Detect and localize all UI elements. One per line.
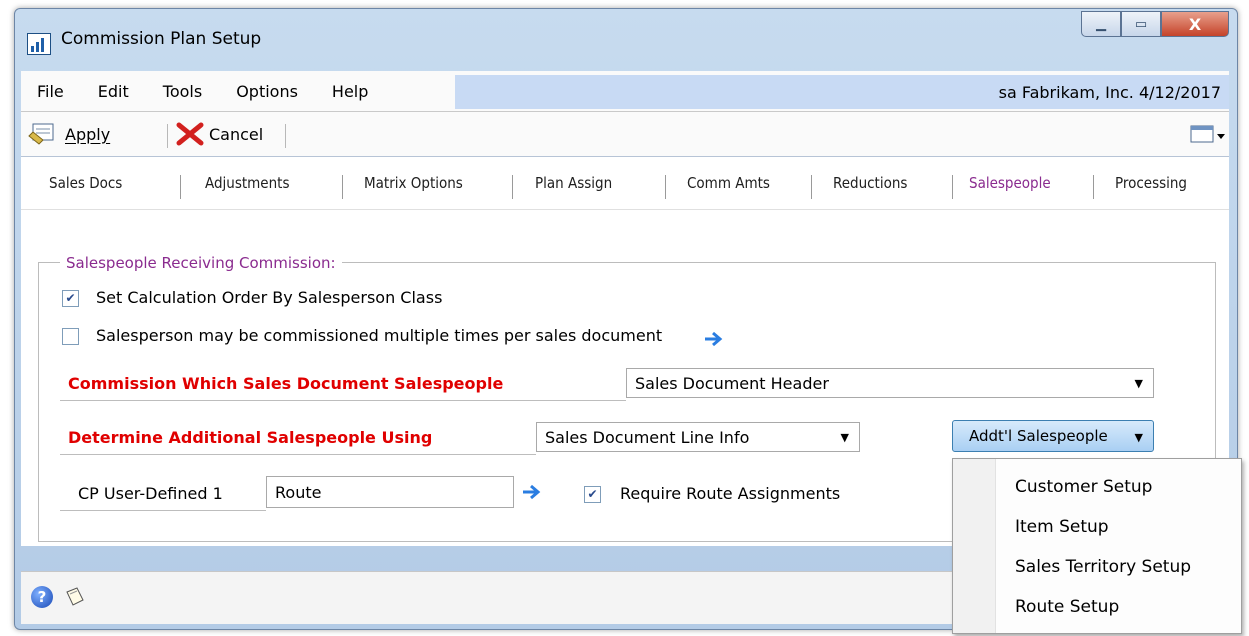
calc-order-label: Set Calculation Order By Salesperson Cla… <box>96 288 443 307</box>
lookup-arrow-icon[interactable] <box>522 484 542 500</box>
apply-button[interactable]: Apply <box>27 120 110 148</box>
cancel-button[interactable]: Cancel <box>175 120 263 148</box>
note-icon[interactable] <box>63 586 85 608</box>
company-name: Fabrikam, Inc. <box>1021 82 1134 102</box>
determine-additional-value: Sales Document Line Info <box>545 428 750 447</box>
addl-salespeople-label: Addt'l Salespeople <box>969 427 1108 445</box>
multiple-times-checkbox[interactable] <box>62 328 79 345</box>
close-icon: X <box>1188 14 1202 34</box>
toolbar-separator <box>285 124 286 148</box>
tab-strip: Sales Docs Adjustments Matrix Options Pl… <box>21 157 1229 210</box>
tab-plan-assign[interactable]: Plan Assign <box>535 157 612 209</box>
cancel-x-icon <box>176 122 204 146</box>
user-defined-value: Route <box>275 483 322 502</box>
menu-edit[interactable]: Edit <box>98 82 147 101</box>
field-underline <box>60 510 266 511</box>
user-defined-input[interactable]: Route <box>266 476 514 508</box>
menu-tools[interactable]: Tools <box>163 82 220 101</box>
commission-which-value: Sales Document Header <box>635 374 829 393</box>
tab-comm-amts[interactable]: Comm Amts <box>687 157 770 209</box>
field-underline <box>60 454 536 455</box>
chevron-down-icon: ▼ <box>1134 431 1143 444</box>
menu-item-item-setup[interactable]: Item Setup <box>1015 517 1109 537</box>
apply-label: Apply <box>65 124 111 144</box>
minimize-button[interactable]: ▁ <box>1081 11 1121 37</box>
determine-additional-label: Determine Additional Salespeople Using <box>68 428 433 447</box>
chevron-down-icon: ▼ <box>1134 377 1143 390</box>
chevron-down-icon: ▼ <box>840 431 849 444</box>
tab-reductions[interactable]: Reductions <box>833 157 907 209</box>
user-id: sa <box>998 82 1017 102</box>
commission-which-select[interactable]: Sales Document Header ▼ <box>626 368 1154 398</box>
menu-file[interactable]: File <box>37 82 82 101</box>
addl-salespeople-button[interactable]: Addt'l Salespeople ▼ <box>952 420 1154 452</box>
expand-arrow-icon[interactable] <box>704 331 724 347</box>
user-defined-label: CP User-Defined 1 <box>78 484 223 503</box>
app-chart-icon <box>27 33 51 55</box>
session-info: sa Fabrikam, Inc. 4/12/2017 <box>455 75 1229 109</box>
menu-help[interactable]: Help <box>332 82 386 101</box>
tab-matrix-options[interactable]: Matrix Options <box>364 157 463 209</box>
tab-sales-docs[interactable]: Sales Docs <box>49 157 122 209</box>
menu-item-customer-setup[interactable]: Customer Setup <box>1015 477 1152 497</box>
menu-options[interactable]: Options <box>236 82 316 101</box>
field-underline <box>60 400 626 401</box>
user-date: 4/12/2017 <box>1138 82 1221 102</box>
toolbar-separator <box>167 124 168 148</box>
multiple-times-label: Salesperson may be commissioned multiple… <box>96 326 663 345</box>
addl-salespeople-menu: Customer Setup Item Setup Sales Territor… <box>952 458 1242 634</box>
close-button[interactable]: X <box>1161 11 1229 37</box>
window-title: Commission Plan Setup <box>61 29 262 49</box>
tab-salespeople[interactable]: Salespeople <box>969 157 1051 209</box>
apply-icon <box>28 123 54 145</box>
group-title: Salespeople Receiving Commission: <box>60 254 342 272</box>
determine-additional-select[interactable]: Sales Document Line Info ▼ <box>536 422 860 452</box>
require-route-checkbox[interactable]: ✔ <box>584 486 601 503</box>
maximize-icon: ▭ <box>1134 16 1148 32</box>
window-controls: ▁ ▭ X <box>1081 11 1229 37</box>
commission-which-label: Commission Which Sales Document Salespeo… <box>68 374 504 393</box>
maximize-button[interactable]: ▭ <box>1121 11 1161 37</box>
cancel-label: Cancel <box>209 124 264 144</box>
menu-bar: File Edit Tools Options Help sa Fabrikam… <box>21 71 1229 112</box>
tab-processing[interactable]: Processing <box>1115 157 1187 209</box>
menu-item-sales-territory-setup[interactable]: Sales Territory Setup <box>1015 557 1191 577</box>
toolbar: Apply Cancel <box>21 112 1229 157</box>
help-icon[interactable]: ? <box>31 586 53 608</box>
calc-order-checkbox[interactable]: ✔ <box>62 290 79 307</box>
require-route-label: Require Route Assignments <box>620 484 841 503</box>
title-bar: Commission Plan Setup ▁ ▭ X <box>15 9 1237 65</box>
tab-adjustments[interactable]: Adjustments <box>205 157 290 209</box>
window-options-button[interactable] <box>1189 120 1225 148</box>
minimize-icon: ▁ <box>1096 16 1106 32</box>
menu-item-route-setup[interactable]: Route Setup <box>1015 597 1119 617</box>
window-options-icon <box>1190 125 1225 143</box>
